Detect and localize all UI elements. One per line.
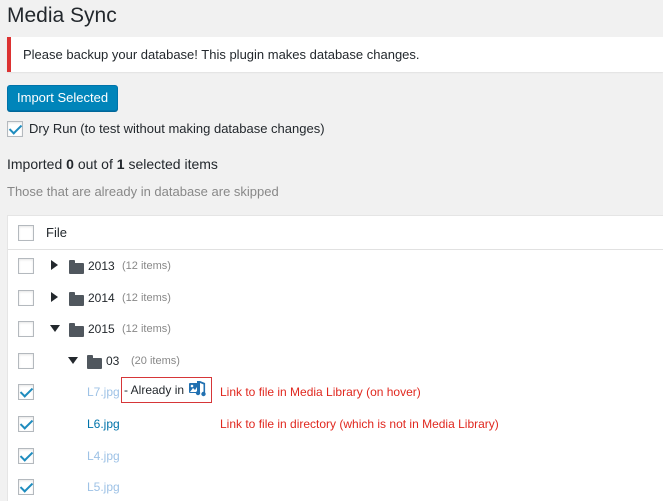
table-header: File (8, 216, 663, 250)
folder-icon (69, 323, 84, 338)
already-in-media-library: - Already in (121, 377, 212, 403)
skipped-note: Those that are already in database are s… (7, 184, 279, 199)
row-checkbox[interactable] (18, 352, 34, 369)
table-row: 2013 (12 items) (8, 250, 663, 282)
folder-count: (12 items) (122, 260, 171, 272)
row-checkbox[interactable] (18, 447, 34, 464)
select-all-checkbox[interactable] (18, 224, 34, 241)
row-checkbox[interactable] (18, 258, 34, 274)
file-link[interactable]: L6.jpg (87, 417, 120, 431)
import-progress: Imported 0 out of 1 selected items (7, 156, 218, 172)
annotation-directory: Link to file in directory (which is not … (220, 417, 499, 431)
dry-run-option[interactable]: Dry Run (to test without making database… (7, 121, 325, 137)
caret-right-icon[interactable] (51, 260, 58, 270)
table-row: L5.jpg (8, 471, 663, 501)
media-library-icon[interactable] (188, 380, 207, 400)
caret-right-icon[interactable] (51, 291, 58, 302)
dry-run-label: Dry Run (to test without making database… (29, 121, 325, 136)
row-checkbox[interactable] (18, 289, 34, 306)
import-selected-button[interactable]: Import Selected (7, 85, 119, 111)
annotation-media-library: Link to file in Media Library (on hover) (220, 385, 421, 399)
imported-middle: out of (77, 156, 113, 172)
row-checkbox[interactable] (18, 415, 34, 432)
already-in-label: - Already in (124, 383, 185, 397)
table-row: 2014 (12 items) (8, 282, 663, 314)
caret-down-icon[interactable] (68, 356, 78, 364)
table-row: 03 (20 items) (8, 345, 663, 377)
file-link[interactable]: L5.jpg (87, 480, 120, 494)
folder-name[interactable]: 2015 (88, 322, 115, 336)
selected-count: 1 (116, 156, 125, 172)
folder-icon (87, 354, 102, 369)
folder-count: (12 items) (122, 323, 171, 336)
table-row: 2015 (12 items) (8, 313, 663, 345)
imported-prefix: Imported (7, 156, 63, 172)
file-column-header: File (46, 225, 67, 240)
folder-name[interactable]: 03 (106, 354, 119, 368)
folder-icon (69, 291, 84, 306)
folder-name[interactable]: 2013 (88, 259, 115, 273)
row-checkbox[interactable] (18, 384, 34, 401)
imported-suffix: selected items (128, 156, 218, 172)
folder-count: (12 items) (122, 291, 171, 304)
caret-down-icon[interactable] (50, 325, 60, 333)
row-checkbox[interactable] (18, 321, 34, 338)
warning-notice: Please backup your database! This plugin… (7, 37, 663, 72)
folder-count: (20 items) (131, 354, 180, 367)
folder-icon (69, 260, 84, 274)
row-checkbox[interactable] (18, 479, 34, 496)
imported-count: 0 (66, 156, 74, 172)
table-row: L4.jpg (8, 440, 663, 472)
file-table: File 2013 (12 items) 2014 (12 items) 201… (7, 215, 663, 501)
notice-text: Please backup your database! This plugin… (23, 47, 420, 62)
page-title: Media Sync (7, 4, 117, 27)
dry-run-checkbox[interactable] (7, 121, 23, 137)
file-link[interactable]: L7.jpg (87, 385, 120, 399)
file-link[interactable]: L4.jpg (87, 449, 120, 463)
folder-name[interactable]: 2014 (88, 291, 115, 305)
